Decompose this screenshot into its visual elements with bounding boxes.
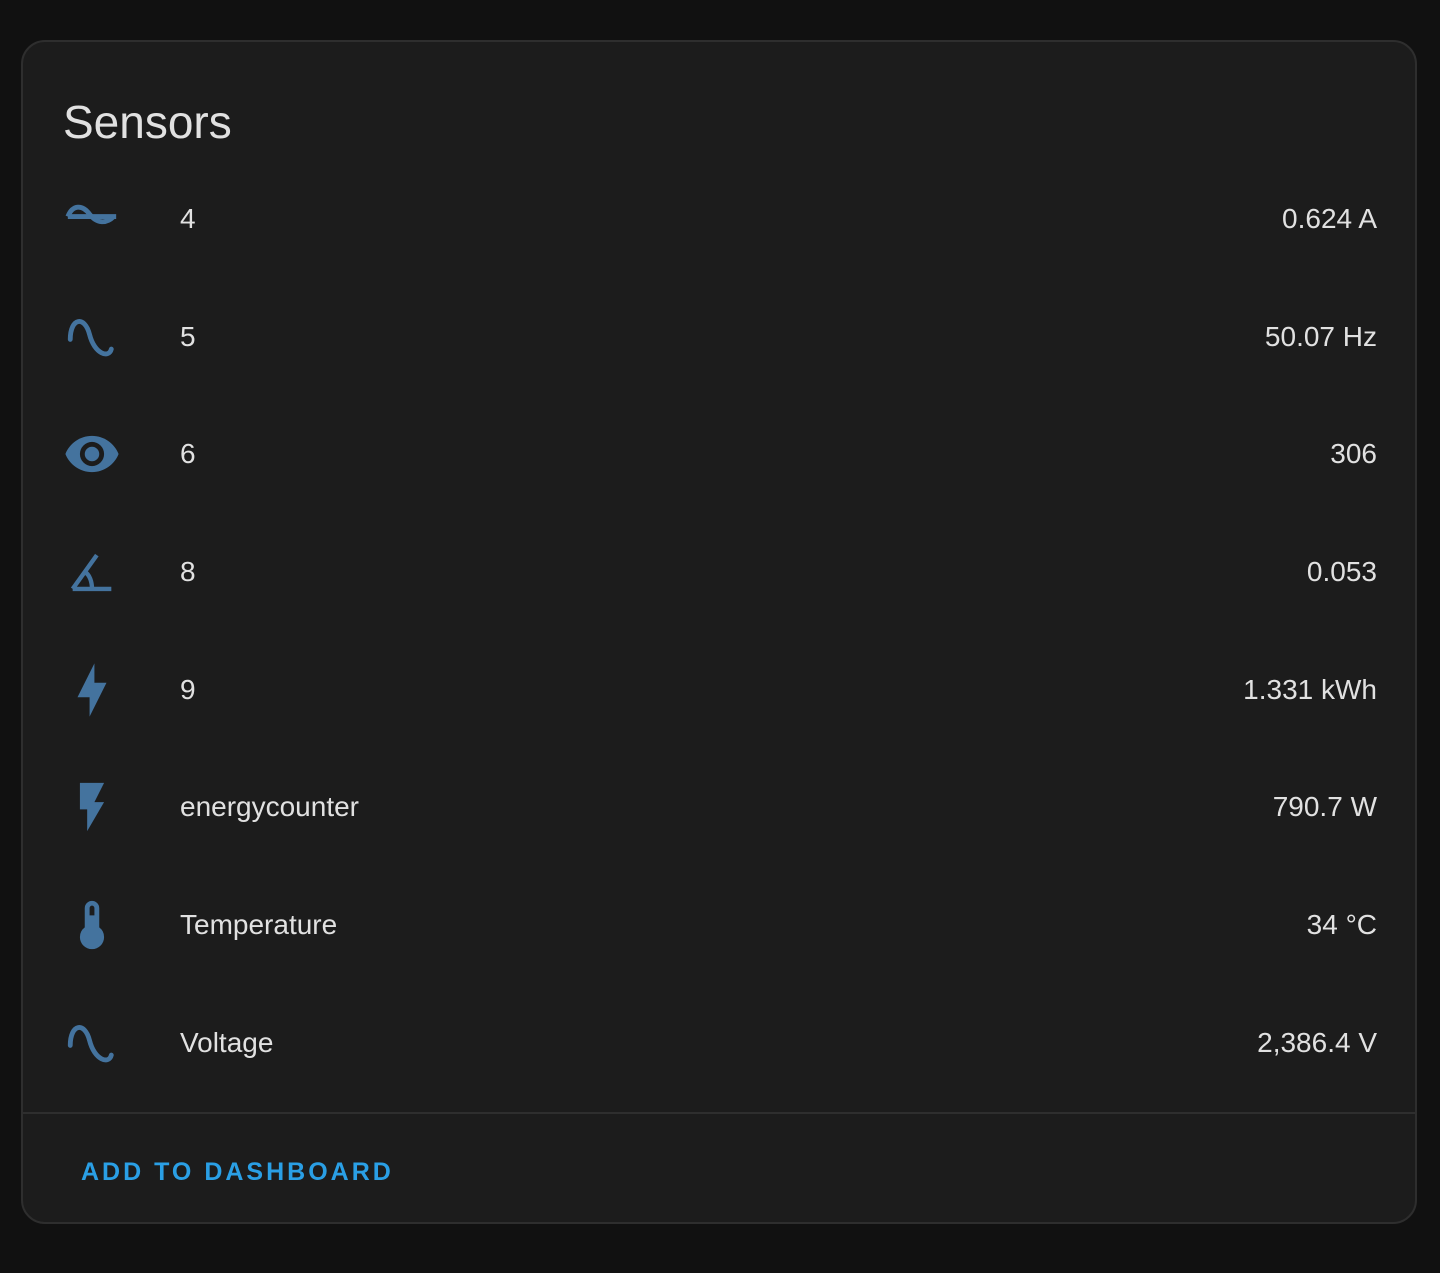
flash-icon [63,778,121,836]
sine-wave-icon [63,308,121,366]
eye-icon [63,425,121,483]
card-actions-divider [23,1112,1415,1114]
add-to-dashboard-button[interactable]: ADD TO DASHBOARD [63,1136,412,1208]
card-title: Sensors [63,96,232,148]
sensor-row-voltage[interactable]: Voltage 2,386.4 V [23,984,1415,1102]
sensor-name: 4 [180,202,196,234]
sensor-name: Voltage [180,1026,274,1058]
sensor-row-6[interactable]: 6 306 [23,395,1415,513]
sensor-row-8[interactable]: 8 0.053 [23,513,1415,631]
sine-wave-icon [63,1014,121,1072]
sensor-row-energycounter[interactable]: energycounter 790.7 W [23,748,1415,866]
sensor-value: 306 [1330,438,1377,470]
sensor-name: Temperature [180,908,338,940]
sensor-row-9[interactable]: 9 1.331 kWh [23,631,1415,749]
sensor-row-4[interactable]: 4 0.624 A [23,160,1415,278]
sensor-name: 9 [180,673,196,705]
sensor-value: 1.331 kWh [1243,673,1377,705]
sensor-row-temperature[interactable]: Temperature 34 °C [23,866,1415,984]
sensor-name: energycounter [180,791,360,823]
sensor-value: 790.7 W [1272,791,1377,823]
sensors-card: Sensors 4 0.624 A 5 50.07 Hz 6 306 8 0.0… [21,40,1417,1224]
thermometer-icon [63,896,121,954]
sensor-row-5[interactable]: 5 50.07 Hz [23,278,1415,396]
sensor-value: 0.053 [1306,555,1377,587]
angle-acute-icon [63,543,121,601]
sensor-value: 2,386.4 V [1257,1026,1377,1058]
sensor-value: 0.624 A [1282,202,1377,234]
sensor-name: 5 [180,320,196,352]
lightning-bolt-icon [63,661,121,719]
sensor-value: 34 °C [1306,908,1377,940]
sensor-list: 4 0.624 A 5 50.07 Hz 6 306 8 0.053 9 1.3… [23,160,1415,1102]
sensor-name: 8 [180,555,196,587]
sensor-name: 6 [180,438,196,470]
current-ac-icon [63,190,121,248]
sensor-value: 50.07 Hz [1264,320,1377,352]
